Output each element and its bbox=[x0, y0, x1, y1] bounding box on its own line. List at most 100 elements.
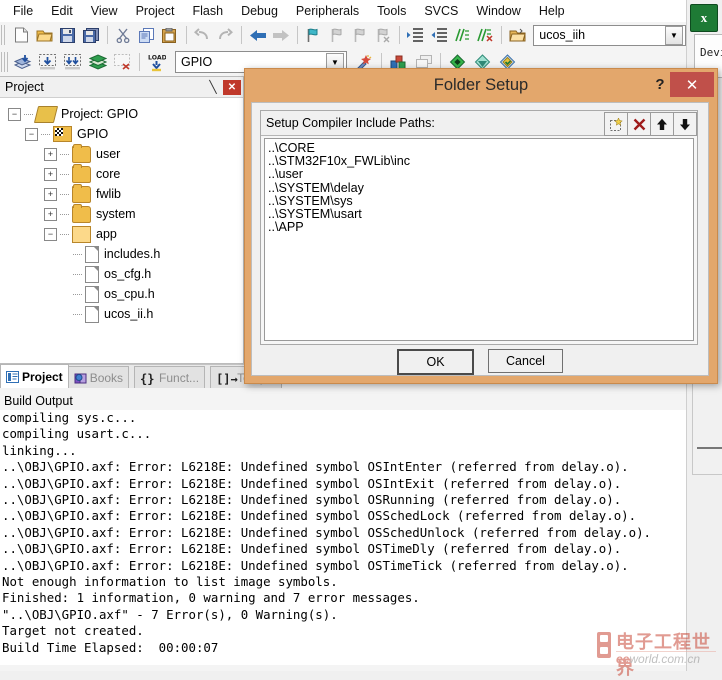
menu-help[interactable]: Help bbox=[530, 2, 574, 20]
dialog-title-bar[interactable]: Folder Setup ? ✕ bbox=[245, 69, 717, 101]
rebuild-all-button[interactable] bbox=[61, 51, 84, 73]
include-paths-list[interactable]: ..\CORE ..\STM32F10x_FWLib\inc ..\user .… bbox=[264, 138, 694, 341]
tree-node-system[interactable]: + system bbox=[4, 203, 243, 224]
cut-button[interactable] bbox=[113, 24, 134, 46]
tree-node-user[interactable]: + user bbox=[4, 143, 243, 164]
save-button[interactable] bbox=[57, 24, 78, 46]
tab-project[interactable]: Project bbox=[0, 364, 69, 388]
comment-button[interactable] bbox=[451, 24, 472, 46]
tree-node-fwlib[interactable]: + fwlib bbox=[4, 183, 243, 204]
tree-node-project-gpio[interactable]: − Project: GPIO bbox=[4, 104, 243, 124]
menu-file[interactable]: File bbox=[4, 2, 42, 20]
tree-connector bbox=[60, 153, 70, 155]
uncomment-button[interactable] bbox=[475, 24, 496, 46]
menu-flash[interactable]: Flash bbox=[183, 2, 232, 20]
right-dock-divider bbox=[697, 447, 722, 449]
build-output-line: ..\OBJ\GPIO.axf: Error: L6218E: Undefine… bbox=[2, 475, 622, 491]
menu-edit[interactable]: Edit bbox=[42, 2, 82, 20]
tree-connector bbox=[60, 193, 70, 195]
bookmark-next-button[interactable] bbox=[349, 24, 370, 46]
build-output-line: linking... bbox=[2, 442, 77, 458]
help-icon[interactable]: ? bbox=[651, 74, 669, 94]
tree-node-os-cpu-h[interactable]: os_cpu.h bbox=[4, 284, 243, 304]
close-icon[interactable]: ✕ bbox=[223, 79, 241, 95]
stop-build-button[interactable] bbox=[111, 51, 134, 73]
tree-node-label: includes.h bbox=[104, 247, 161, 261]
bookmark-prev-button[interactable] bbox=[326, 24, 347, 46]
include-path-item[interactable]: ..\SYSTEM\usart bbox=[268, 207, 693, 221]
build-output-log[interactable]: compiling sys.c... compiling usart.c... … bbox=[0, 410, 686, 665]
tree-node-app[interactable]: − app bbox=[4, 224, 243, 244]
batch-build-button[interactable] bbox=[86, 51, 109, 73]
ok-button[interactable]: OK bbox=[397, 349, 474, 375]
new-file-button[interactable] bbox=[10, 24, 31, 46]
tree-toggle-icon[interactable]: − bbox=[8, 107, 21, 121]
build-file-button[interactable] bbox=[11, 51, 34, 73]
navigate-forward-button[interactable] bbox=[270, 24, 291, 46]
chevron-down-icon[interactable]: ▼ bbox=[664, 25, 683, 45]
redo-button[interactable] bbox=[215, 24, 236, 46]
bookmark-clear-button[interactable] bbox=[373, 24, 394, 46]
outdent-button[interactable] bbox=[428, 24, 449, 46]
tab-functions[interactable]: {} Funct... bbox=[134, 366, 206, 388]
move-down-button[interactable] bbox=[673, 112, 697, 136]
file-toolbar: ucos_iih ▼ bbox=[0, 22, 686, 49]
functions-icon: {} bbox=[140, 371, 155, 386]
include-path-item[interactable]: ..\APP bbox=[268, 221, 693, 234]
open-project-icon[interactable] bbox=[507, 24, 528, 46]
tree-node-includes-h[interactable]: includes.h bbox=[4, 244, 243, 264]
menu-project[interactable]: Project bbox=[127, 2, 184, 20]
load-button[interactable]: LOAD bbox=[145, 51, 168, 73]
file-icon bbox=[85, 305, 99, 323]
tree-toggle-icon[interactable]: − bbox=[25, 127, 38, 141]
indent-button[interactable] bbox=[405, 24, 426, 46]
folder-icon bbox=[72, 163, 91, 183]
keil-uvision-icon[interactable]: x bbox=[690, 4, 718, 32]
build-output-line: Target not created. bbox=[2, 623, 144, 639]
project-tree: − Project: GPIO − GPIO + user + core + f… bbox=[0, 98, 243, 324]
folder-setup-dialog: Folder Setup ? ✕ Setup Compiler Include … bbox=[244, 68, 718, 384]
menu-tools[interactable]: Tools bbox=[368, 2, 415, 20]
new-path-button[interactable] bbox=[604, 112, 628, 136]
tree-node-gpio[interactable]: − GPIO bbox=[4, 124, 243, 144]
toolbar-separator bbox=[185, 26, 187, 44]
watermark-en-text: eeworld.com.cn bbox=[616, 652, 700, 666]
menu-svcs[interactable]: SVCS bbox=[415, 2, 467, 20]
include-path-item[interactable]: ..\SYSTEM\delay bbox=[268, 181, 693, 195]
copy-button[interactable] bbox=[136, 24, 157, 46]
file-selector-combo[interactable]: ucos_iih ▼ bbox=[533, 24, 686, 46]
menu-window[interactable]: Window bbox=[467, 2, 529, 20]
tree-node-os-cfg-h[interactable]: os_cfg.h bbox=[4, 264, 243, 284]
menu-view[interactable]: View bbox=[82, 2, 127, 20]
save-all-button[interactable] bbox=[80, 24, 101, 46]
tree-toggle-icon[interactable]: + bbox=[44, 207, 57, 221]
tree-node-label: system bbox=[96, 207, 136, 221]
include-path-item[interactable]: ..\STM32F10x_FWLib\inc bbox=[268, 155, 693, 168]
cancel-button[interactable]: Cancel bbox=[488, 349, 563, 373]
pin-icon[interactable]: ╲ bbox=[205, 79, 221, 95]
build-target-button[interactable] bbox=[36, 51, 59, 73]
menu-peripherals[interactable]: Peripherals bbox=[287, 2, 368, 20]
tree-toggle-icon[interactable]: − bbox=[44, 227, 57, 241]
close-icon[interactable]: ✕ bbox=[670, 72, 714, 97]
bookmark-toggle-button[interactable] bbox=[303, 24, 324, 46]
tree-toggle-icon[interactable]: + bbox=[44, 147, 57, 161]
move-up-button[interactable] bbox=[650, 112, 674, 136]
tree-toggle-icon[interactable]: + bbox=[44, 187, 57, 201]
tree-connector bbox=[73, 273, 83, 275]
open-file-button[interactable] bbox=[34, 24, 55, 46]
include-path-item[interactable]: ..\user bbox=[268, 168, 693, 181]
delete-path-button[interactable] bbox=[627, 112, 651, 136]
menu-debug[interactable]: Debug bbox=[232, 2, 287, 20]
toolbar-grip[interactable] bbox=[1, 52, 8, 72]
tab-books[interactable]: Books bbox=[67, 366, 130, 388]
undo-button[interactable] bbox=[192, 24, 213, 46]
tree-node-ucos-ii-h[interactable]: ucos_ii.h bbox=[4, 304, 243, 324]
tree-node-core[interactable]: + core bbox=[4, 163, 243, 184]
tree-toggle-icon[interactable]: + bbox=[44, 167, 57, 181]
toolbar-grip[interactable] bbox=[1, 25, 8, 45]
tree-node-label: os_cpu.h bbox=[104, 287, 155, 301]
navigate-back-button[interactable] bbox=[247, 24, 268, 46]
tab-label: Funct... bbox=[159, 370, 200, 385]
paste-button[interactable] bbox=[159, 24, 180, 46]
